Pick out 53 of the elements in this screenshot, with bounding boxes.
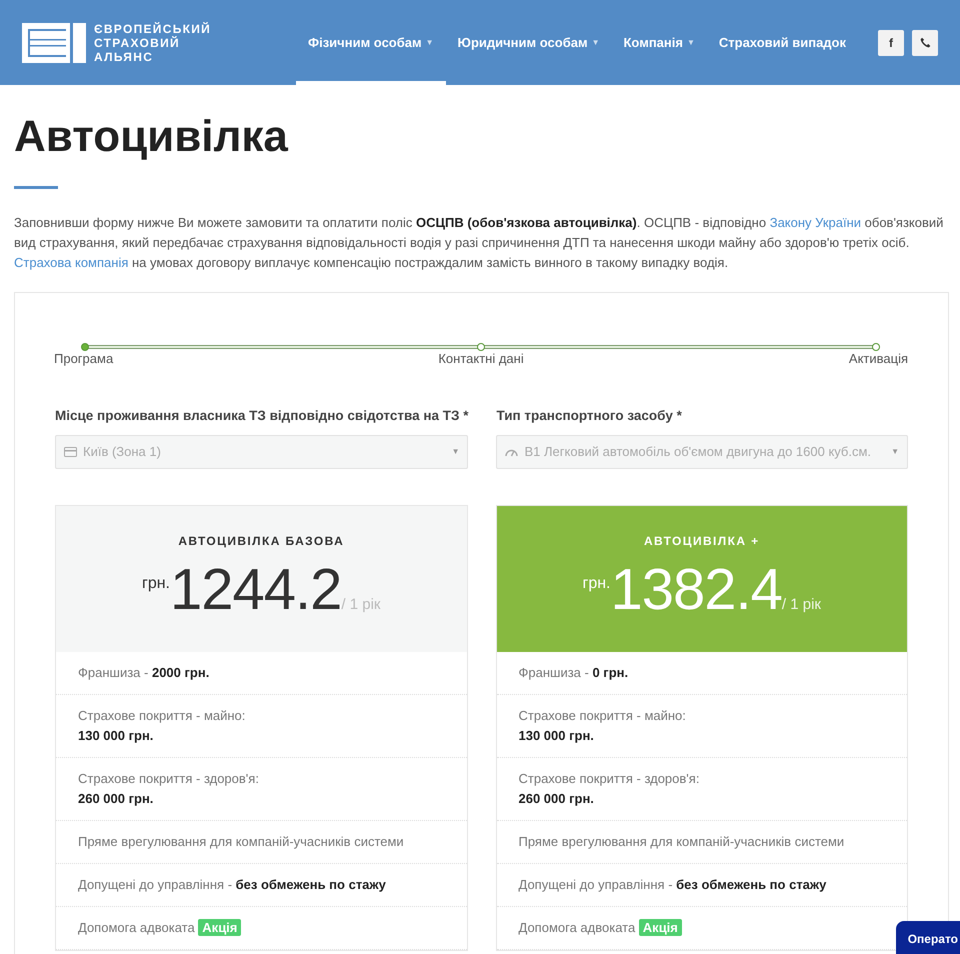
title-underline bbox=[14, 186, 58, 189]
logo-text: АЛЬЯНС bbox=[94, 50, 154, 64]
nav-menu-item[interactable]: Страховий випадок bbox=[706, 0, 858, 85]
price-value: 1382.4 bbox=[610, 558, 782, 622]
nav-menu-item[interactable]: Юридичним особам ▼ bbox=[446, 0, 612, 85]
phone-button[interactable] bbox=[912, 30, 938, 56]
page-title: Автоцивілка bbox=[14, 111, 290, 163]
feature-item: Страхове покриття - здоров'я: 260 000 грн. bbox=[56, 758, 466, 821]
period-label: / 1 рік bbox=[782, 594, 821, 615]
logo-text: СТРАХОВИЙ bbox=[94, 36, 181, 50]
step-label: Програма bbox=[54, 350, 114, 368]
field-label: Тип транспортного засобу * bbox=[496, 407, 683, 426]
caret-icon: ▼ bbox=[452, 446, 460, 458]
feature-item: Страхове покриття - майно: 130 000 грн. bbox=[496, 694, 907, 758]
feature-item: Допущені до управління - без обмежень по стажу bbox=[496, 864, 907, 907]
field-label: Місце проживання власника ТЗ відповідно свідотства на ТЗ * bbox=[55, 407, 468, 426]
feature-item: Пряме врегулювання для компаній-учасників системи bbox=[496, 820, 907, 864]
phone-icon bbox=[920, 37, 930, 48]
plan-name: АВТОЦИВІЛКА + bbox=[642, 532, 761, 550]
period-label: / 1 рік bbox=[341, 594, 380, 615]
promo-label: Акція bbox=[638, 918, 682, 936]
feature-item: Страхове покриття - здоров'я: 260 000 грн. bbox=[496, 758, 907, 821]
feature-item: Страхове покриття - майно: 130 000 грн. bbox=[56, 694, 466, 758]
promo-label: Акція bbox=[198, 918, 242, 936]
feature-item: Пряме врегулювання для компаній-учасників системи bbox=[56, 820, 466, 864]
step-label: Активація bbox=[848, 350, 908, 368]
select-field[interactable]: B1 Легковий автомобіль об'ємом двигуна до 1600 куб.см. ▼ bbox=[496, 434, 908, 469]
currency-label: грн. bbox=[582, 574, 610, 594]
facebook-button[interactable]: f bbox=[878, 30, 904, 56]
logo-mark-icon bbox=[22, 22, 86, 62]
chat-button[interactable]: Операто bbox=[896, 921, 960, 954]
caret-icon: ▼ bbox=[686, 36, 695, 48]
feature-item: Допомога адвоката bbox=[78, 920, 196, 935]
currency-label: грн. bbox=[142, 574, 170, 594]
price-value: 1244.2 bbox=[170, 558, 342, 622]
site-logo[interactable]: ЄВРОПЕЙСЬКИЙ СТРАХОВИЙ АЛЬЯНС bbox=[22, 22, 212, 64]
nav-menu-item[interactable]: Компанія ▼ bbox=[612, 0, 707, 85]
feature-item: Допомога адвоката bbox=[518, 920, 636, 935]
plan-name: АВТОЦИВІЛКА БАЗОВА bbox=[177, 532, 346, 550]
step-label: Контактні дані bbox=[438, 350, 524, 368]
caret-icon: ▼ bbox=[426, 36, 434, 48]
text-link[interactable]: Страхова компанія bbox=[14, 254, 128, 270]
logo-text: ЄВРОПЕЙСЬКИЙ bbox=[94, 22, 212, 36]
feature-item: Франшиза - 0 грн. bbox=[496, 652, 907, 695]
card-icon bbox=[64, 446, 77, 457]
select-field[interactable]: Київ (Зона 1) ▼ bbox=[55, 434, 468, 469]
text-link[interactable]: Закону України bbox=[770, 214, 862, 230]
caret-icon: ▼ bbox=[891, 446, 899, 458]
feature-item: Франшиза - 2000 грн. bbox=[56, 652, 466, 695]
intro-paragraph: Заповнивши форму нижче Ви можете замовити та оплатити поліс ОСЦПВ (обов'язкова автоцивілка). ОСЦПВ - відповідно Закону України обов'язковий вид страхування, який передбачає страхування відповідальності водія у разі спричинення ДТП та нанесення шкоди майну або здоров'ю третіх осіб. Страхова компанія на умовах договору виплачує компенсацію постраждалим замість винного в такому випадку водія. bbox=[14, 214, 944, 272]
nav-menu-item[interactable]: Фізичним особам ▼ bbox=[296, 0, 446, 85]
caret-icon: ▼ bbox=[592, 36, 600, 48]
feature-item: Допущені до управління - без обмежень по стажу bbox=[56, 864, 466, 907]
